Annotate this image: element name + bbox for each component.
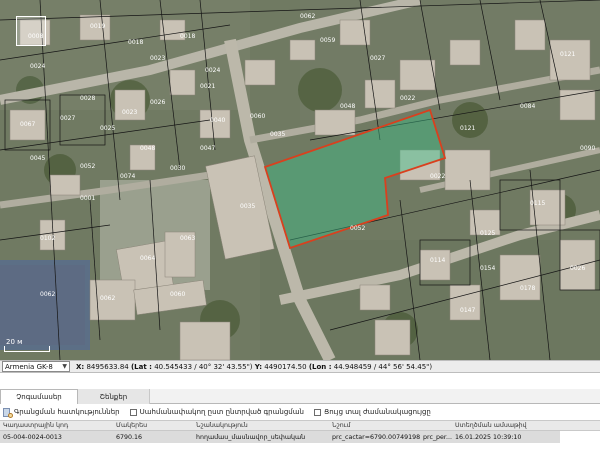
zoom-box-icon[interactable]	[16, 16, 46, 46]
parcel-number-label: 0021	[200, 83, 215, 90]
crs-value: Armenia GK-8	[5, 362, 53, 371]
parcel-number-label: 0090	[580, 145, 595, 152]
parcel-number-label: 0154	[480, 265, 495, 272]
document-search-icon	[3, 407, 13, 418]
coordinate-bar: Armenia GK-8 ▼ X: 8495633.84 (Lat : 40.5…	[0, 360, 600, 373]
parcel-number-label: 0048	[340, 103, 355, 110]
lon-value: 44.948459 / 44° 56' 54.45")	[333, 362, 433, 371]
parcel-number-label: 0001	[80, 195, 95, 202]
parcel-number-label: 0025	[100, 125, 115, 132]
parcel-number-label: 0040	[210, 117, 225, 124]
parcel-number-label: 0024	[30, 63, 45, 70]
parcel-number-label: 0022	[430, 173, 445, 180]
parcel-number-label: 0027	[60, 115, 75, 122]
registration-properties-button[interactable]: Գրանցման հատկություններ	[3, 407, 120, 418]
parcel-number-label: 0084	[520, 103, 535, 110]
parcel-number-label: 0121	[460, 125, 475, 132]
lat-value: 40.545433 / 40° 32' 43.55")	[154, 362, 253, 371]
x-value: 8495633.84	[86, 362, 129, 371]
checkbox-icon	[313, 408, 321, 416]
purpose-cell: hողամաս_մասնավոր_սեփական	[196, 433, 306, 441]
parcel-number-label: 0125	[480, 230, 495, 237]
parcel-number-label: 0067	[20, 121, 35, 128]
restrict-by-selection-checkbox[interactable]: Սահմանափակող ըստ ընտրված գրանցման	[129, 408, 304, 416]
table-empty-area	[560, 431, 600, 443]
show-timeline-checkbox[interactable]: Ցույց տալ ժամանակացույցը	[313, 408, 431, 416]
registration-properties-label: Գրանցման հատկություններ	[14, 408, 120, 416]
restrict-by-selection-label: Սահմանափակող ըստ ընտրված գրանցման	[139, 408, 304, 416]
parcel-number-label: 0018	[180, 33, 195, 40]
parcel-number-label: 0026	[570, 265, 585, 272]
parcel-number-label: 0102	[40, 235, 55, 242]
note-extra-cell: prc_per...	[423, 433, 452, 441]
parcel-number-label: 0035	[270, 131, 285, 138]
parcel-number-label: 0035	[240, 203, 255, 210]
column-header[interactable]: Նշում	[329, 422, 420, 429]
parcel-number-label: 0052	[80, 163, 95, 170]
tab-buildings[interactable]: Շենքեր	[78, 389, 150, 404]
tab-parcels[interactable]: Չոգամասեր	[0, 389, 78, 404]
parcel-number-label: 0060	[250, 113, 265, 120]
parcel-number-label: 0147	[460, 307, 475, 314]
results-table: Կադաստրային կոդ Մակերես Նշանակություն Նշ…	[0, 420, 600, 454]
parcel-number-label: 0023	[122, 109, 137, 116]
scale-label: 20 м	[6, 338, 23, 346]
scale-bar: 20 м	[4, 338, 50, 352]
parcel-number-label: 0059	[320, 37, 335, 44]
parcel-number-label: 0030	[170, 165, 185, 172]
checkbox-icon	[129, 408, 137, 416]
show-timeline-label: Ցույց տալ ժամանակացույցը	[323, 408, 431, 416]
tab-strip: Չոգամասեր Շենքեր	[0, 389, 600, 404]
parcel-number-label: 0052	[350, 225, 365, 232]
parcel-number-label: 0024	[205, 67, 220, 74]
parcel-number-label: 0074	[120, 173, 135, 180]
y-value: 4490174.50	[264, 362, 307, 371]
column-header[interactable]: Նշանակություն	[193, 422, 329, 429]
parcel-number-label: 0063	[180, 235, 195, 242]
parcel-number-label: 0062	[300, 13, 315, 20]
chevron-down-icon: ▼	[62, 363, 67, 370]
cadastral-code-cell: 05-004-0024-0013	[3, 433, 62, 441]
table-row[interactable]: 05-004-0024-0013 6790.16 hողամաս_մասնավո…	[0, 431, 600, 443]
app-window: 0008 0019 0018 0018 0062 0024 0023 0024 0023 0028…	[0, 0, 600, 454]
results-toolbar: Գրանցման հատկություններ Սահմանափակող ըստ…	[0, 404, 600, 420]
parcel-number-label: 0028	[80, 95, 95, 102]
parcel-number-label: 0064	[140, 255, 155, 262]
coordinate-readout: X: 8495633.84 (Lat : 40.545433 / 40° 32'…	[76, 363, 432, 371]
parcel-number-label: 0060	[170, 291, 185, 298]
parcel-number-label: 0023	[150, 55, 165, 62]
note-cell: prc_cactar=6790.00749198	[332, 433, 420, 441]
parcel-number-label: 0026	[150, 99, 165, 106]
lon-label: (Lon :	[308, 362, 332, 371]
parcel-number-label: 0022	[400, 95, 415, 102]
parcel-number-label: 0018	[128, 39, 143, 46]
column-header[interactable]: Ստեղծման ամսաթիվ	[452, 422, 600, 429]
column-header[interactable]: Կադաստրային կոդ	[0, 422, 113, 429]
column-header[interactable]: Մակերես	[113, 422, 193, 429]
table-header: Կադաստրային կոդ Մակերես Նշանակություն Նշ…	[0, 420, 600, 431]
panel-spacer	[0, 373, 600, 389]
area-cell: 6790.16	[116, 433, 143, 441]
scale-bar-line	[4, 346, 50, 352]
parcel-number-label: 0045	[30, 155, 45, 162]
parcel-number-label: 0062	[40, 291, 55, 298]
parcel-number-label: 0114	[430, 257, 445, 264]
map-view[interactable]: 0008 0019 0018 0018 0062 0024 0023 0024 0023 0028…	[0, 0, 600, 360]
crs-select[interactable]: Armenia GK-8 ▼	[2, 361, 70, 372]
parcel-number-label: 0027	[370, 55, 385, 62]
parcel-number-label: 0048	[140, 145, 155, 152]
parcel-number-label: 0121	[560, 51, 575, 58]
x-label: X:	[76, 362, 85, 371]
parcel-number-label: 0062	[100, 295, 115, 302]
y-label: Y:	[254, 362, 263, 371]
lat-label: (Lat :	[130, 362, 152, 371]
parcel-number-label: 0047	[200, 145, 215, 152]
map-canvas[interactable]: 0008001900180018006200240023002400230028…	[0, 0, 600, 360]
parcel-number-label: 0115	[530, 200, 545, 207]
parcel-number-label: 0019	[90, 23, 105, 30]
parcel-number-label: 0178	[520, 285, 535, 292]
